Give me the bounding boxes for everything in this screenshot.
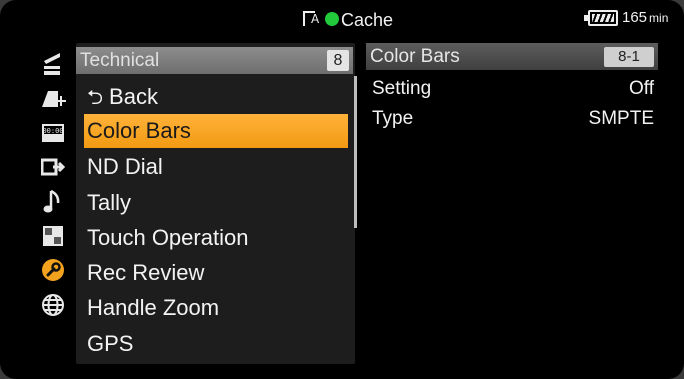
menu-item-label: ND Dial (87, 154, 163, 179)
category-sidebar: 00:00 (30, 43, 75, 364)
menu-item-label: GPS (87, 331, 134, 356)
output-icon[interactable] (30, 150, 75, 184)
status-bar: A Cache 165 min (0, 0, 684, 40)
menu-page-number: 8 (327, 50, 349, 71)
thumbnail-icon[interactable] (30, 219, 75, 253)
detail-row-name: Type (372, 108, 414, 129)
menu-item-tally[interactable]: Tally (84, 186, 348, 220)
menu-item-gps[interactable]: GPS (84, 327, 348, 361)
menu-item-nd-dial[interactable]: ND Dial (84, 150, 348, 184)
battery-unit: min (649, 11, 669, 25)
technical-wrench-icon[interactable] (30, 253, 75, 287)
menu-item-label: Tally (87, 190, 132, 215)
menu-item-handle-zoom[interactable]: Handle Zoom (84, 291, 348, 325)
battery-remaining: 165 min (622, 8, 668, 28)
network-globe-icon[interactable] (30, 288, 75, 322)
menu-item-label: Handle Zoom (87, 295, 220, 320)
battery-minutes: 165 (622, 9, 648, 26)
media-slot-icon: A (302, 7, 324, 33)
camera-menu-screen: A Cache 165 min 00:00 Technical 8 ⮌ Back… (0, 0, 684, 379)
record-status-dot-icon (325, 12, 339, 26)
detail-row-value: Off (629, 78, 654, 99)
menu-title: Technical (80, 50, 160, 71)
timecode-icon[interactable]: 00:00 (30, 116, 75, 150)
menu-item-label: Touch Operation (87, 225, 249, 250)
detail-row-type[interactable]: Type SMPTE (370, 105, 656, 133)
menu-item-rec-review[interactable]: Rec Review (84, 256, 348, 290)
status-title: Cache (341, 10, 394, 30)
detail-row-name: Setting (372, 78, 432, 99)
svg-text:00:00: 00:00 (42, 127, 63, 135)
paint-icon[interactable] (30, 82, 75, 116)
detail-row-value: SMPTE (588, 108, 654, 129)
menu-header: Technical 8 (76, 47, 353, 74)
detail-title: Color Bars (370, 46, 460, 67)
detail-index-badge: 8-1 (604, 47, 654, 67)
menu-item-color-bars[interactable]: Color Bars (84, 114, 348, 148)
menu-item-label: Rec Review (87, 260, 205, 285)
media-slot-letter: A (311, 12, 320, 26)
menu-item-label: Color Bars (87, 118, 191, 143)
menu-item-label: Back (109, 84, 158, 109)
menu-item-back[interactable]: ⮌ Back (84, 80, 348, 114)
detail-header: Color Bars 8-1 (366, 43, 658, 70)
menu-scrollbar[interactable] (354, 76, 357, 228)
audio-note-icon[interactable] (30, 185, 75, 219)
menu-item-touch-operation[interactable]: Touch Operation (84, 221, 348, 255)
camera-settings-icon[interactable] (30, 47, 75, 81)
back-arrow-icon: ⮌ (87, 85, 104, 109)
battery-icon (584, 10, 618, 26)
detail-row-setting[interactable]: Setting Off (370, 75, 656, 103)
